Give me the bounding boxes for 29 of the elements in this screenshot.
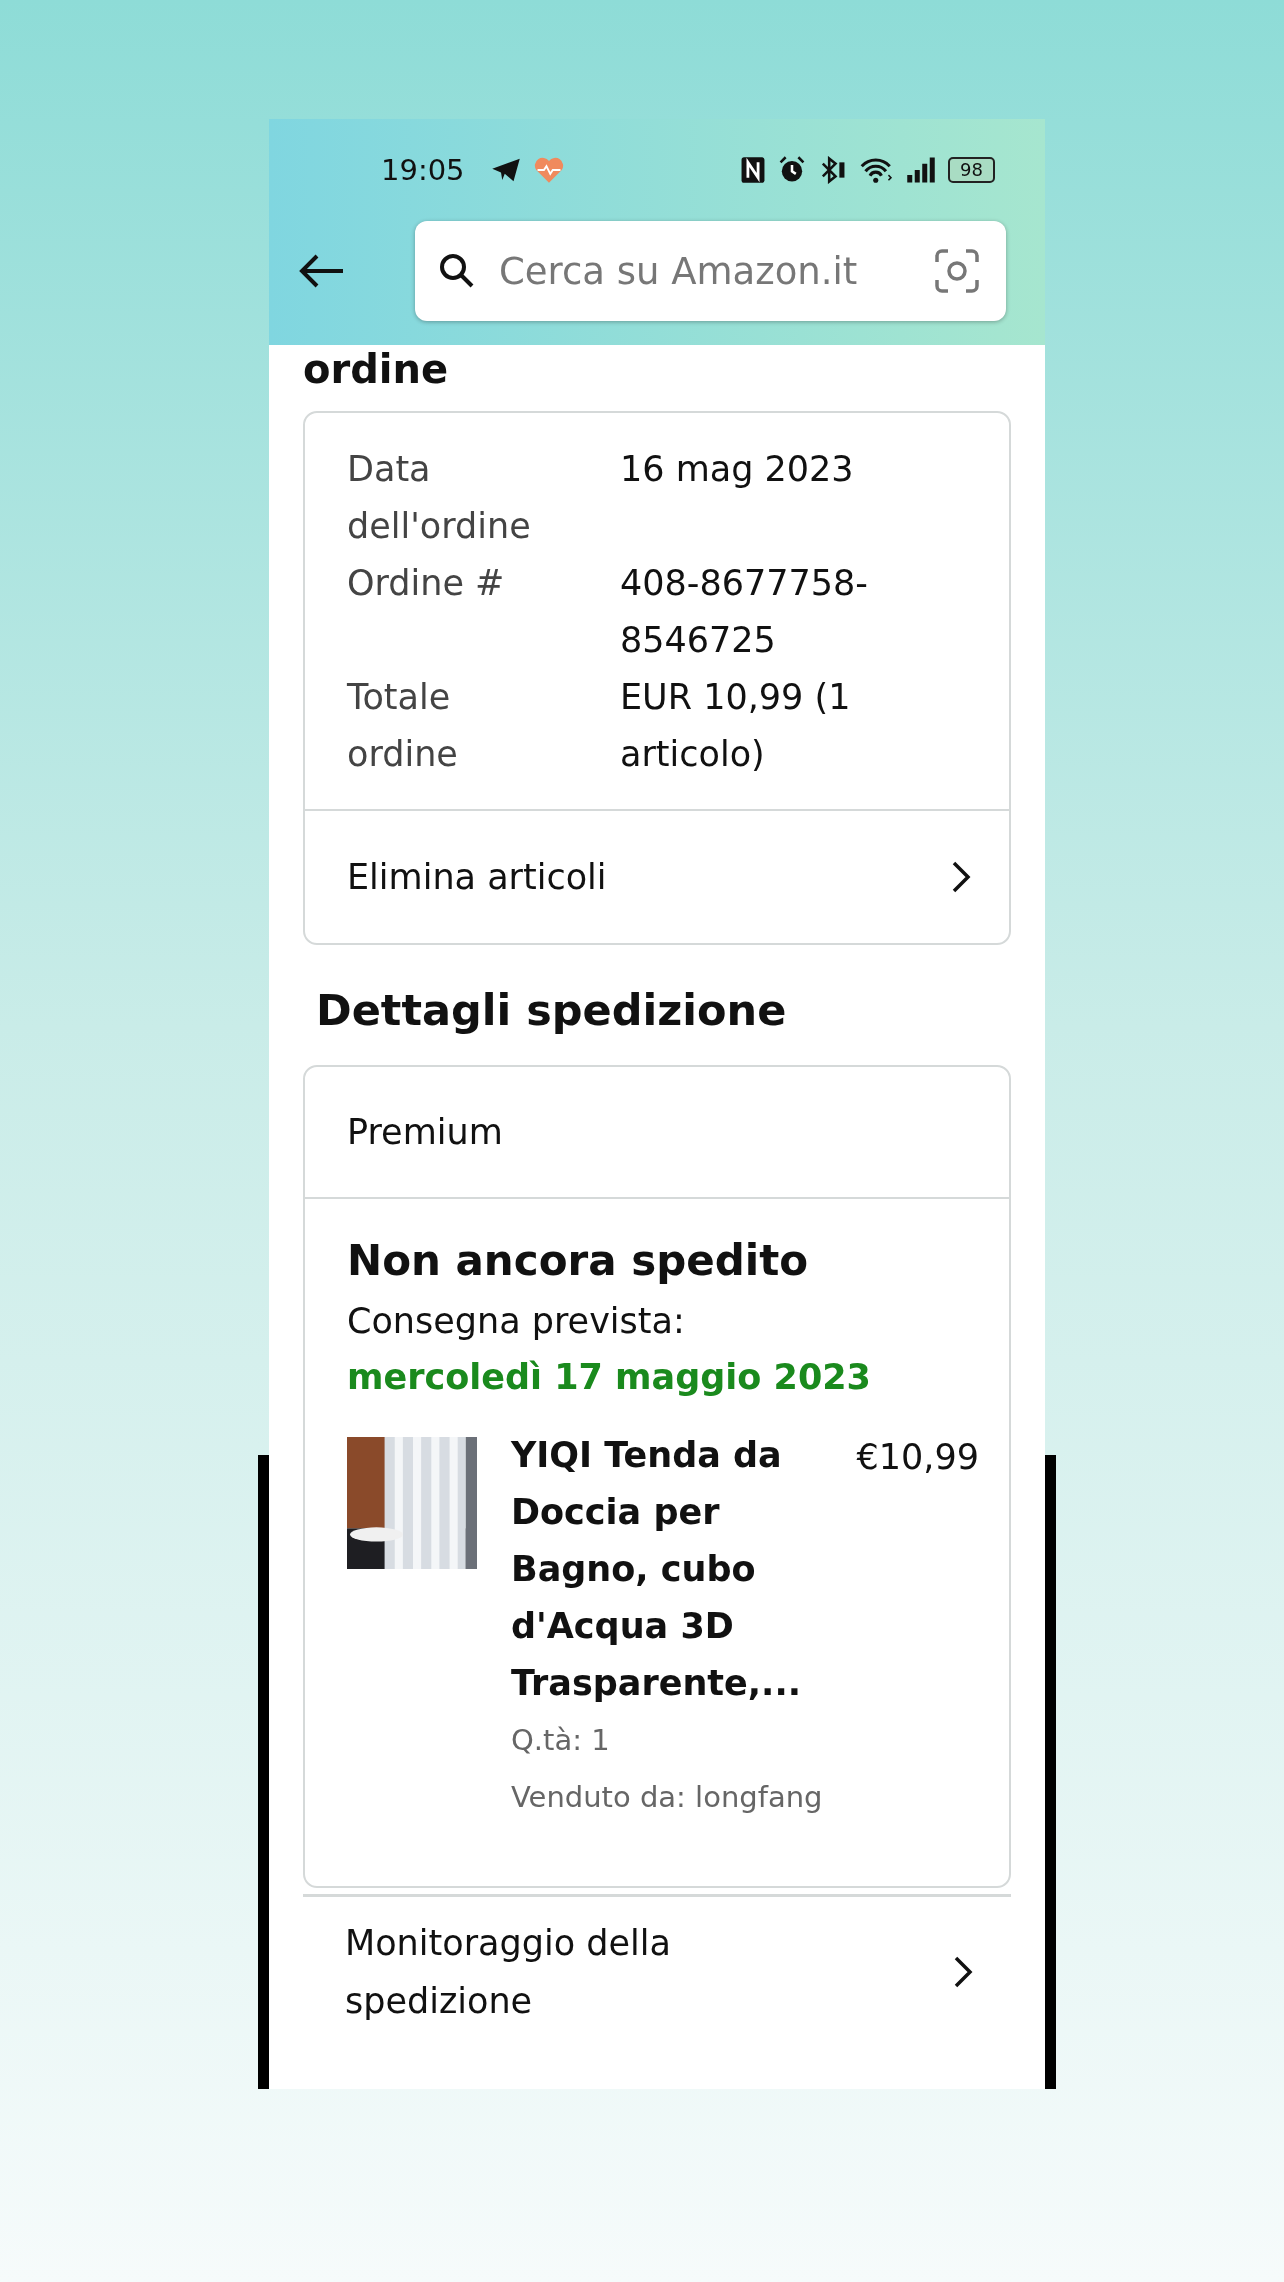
status-time: 19:05	[381, 153, 465, 187]
product-seller: Venduto da: longfang	[511, 1779, 823, 1816]
wifi-icon	[860, 156, 895, 184]
page-title: ordine	[303, 345, 450, 393]
product-quantity: Q.tà: 1	[511, 1722, 611, 1759]
order-value: 408-8677758-8546725	[620, 562, 869, 662]
order-value: 16 mag 2023	[620, 448, 855, 491]
alarm-icon	[778, 156, 807, 184]
delivery-date: mercoledì 17 maggio 2023	[347, 1356, 872, 1399]
product-title[interactable]: YIQI Tenda da Doccia per Bagno, cubo d'Acqua 3D Trasparente,...	[511, 1427, 801, 1712]
search-field[interactable]: Cerca su Amazon.it	[415, 221, 1006, 321]
order-label: Totale ordine	[347, 676, 459, 776]
order-value: EUR 10,99 (1 articolo)	[620, 676, 852, 776]
heart-icon	[532, 156, 565, 184]
section-heading: Dettagli spedizione	[316, 985, 788, 1035]
delete-items-row[interactable]: Elimina articoli	[305, 809, 1009, 943]
tracking-row[interactable]: Monitoraggio della spedizione	[303, 1894, 1011, 2047]
order-label: Data dell'ordine	[347, 448, 532, 548]
nfc-icon	[740, 156, 767, 184]
shipment-status: Non ancora spedito	[347, 1235, 810, 1287]
search-input[interactable]: Cerca su Amazon.it	[497, 248, 914, 294]
camera-scan-icon[interactable]	[934, 248, 980, 294]
shipping-service: Premium	[305, 1067, 1009, 1199]
signal-icon	[906, 157, 937, 183]
product-price: €10,99	[856, 1437, 979, 1477]
battery-indicator: 98	[948, 157, 995, 183]
order-label: Ordine #	[347, 562, 506, 605]
paper-plane-icon	[490, 157, 521, 183]
delivery-label: Consegna prevista:	[347, 1300, 686, 1343]
